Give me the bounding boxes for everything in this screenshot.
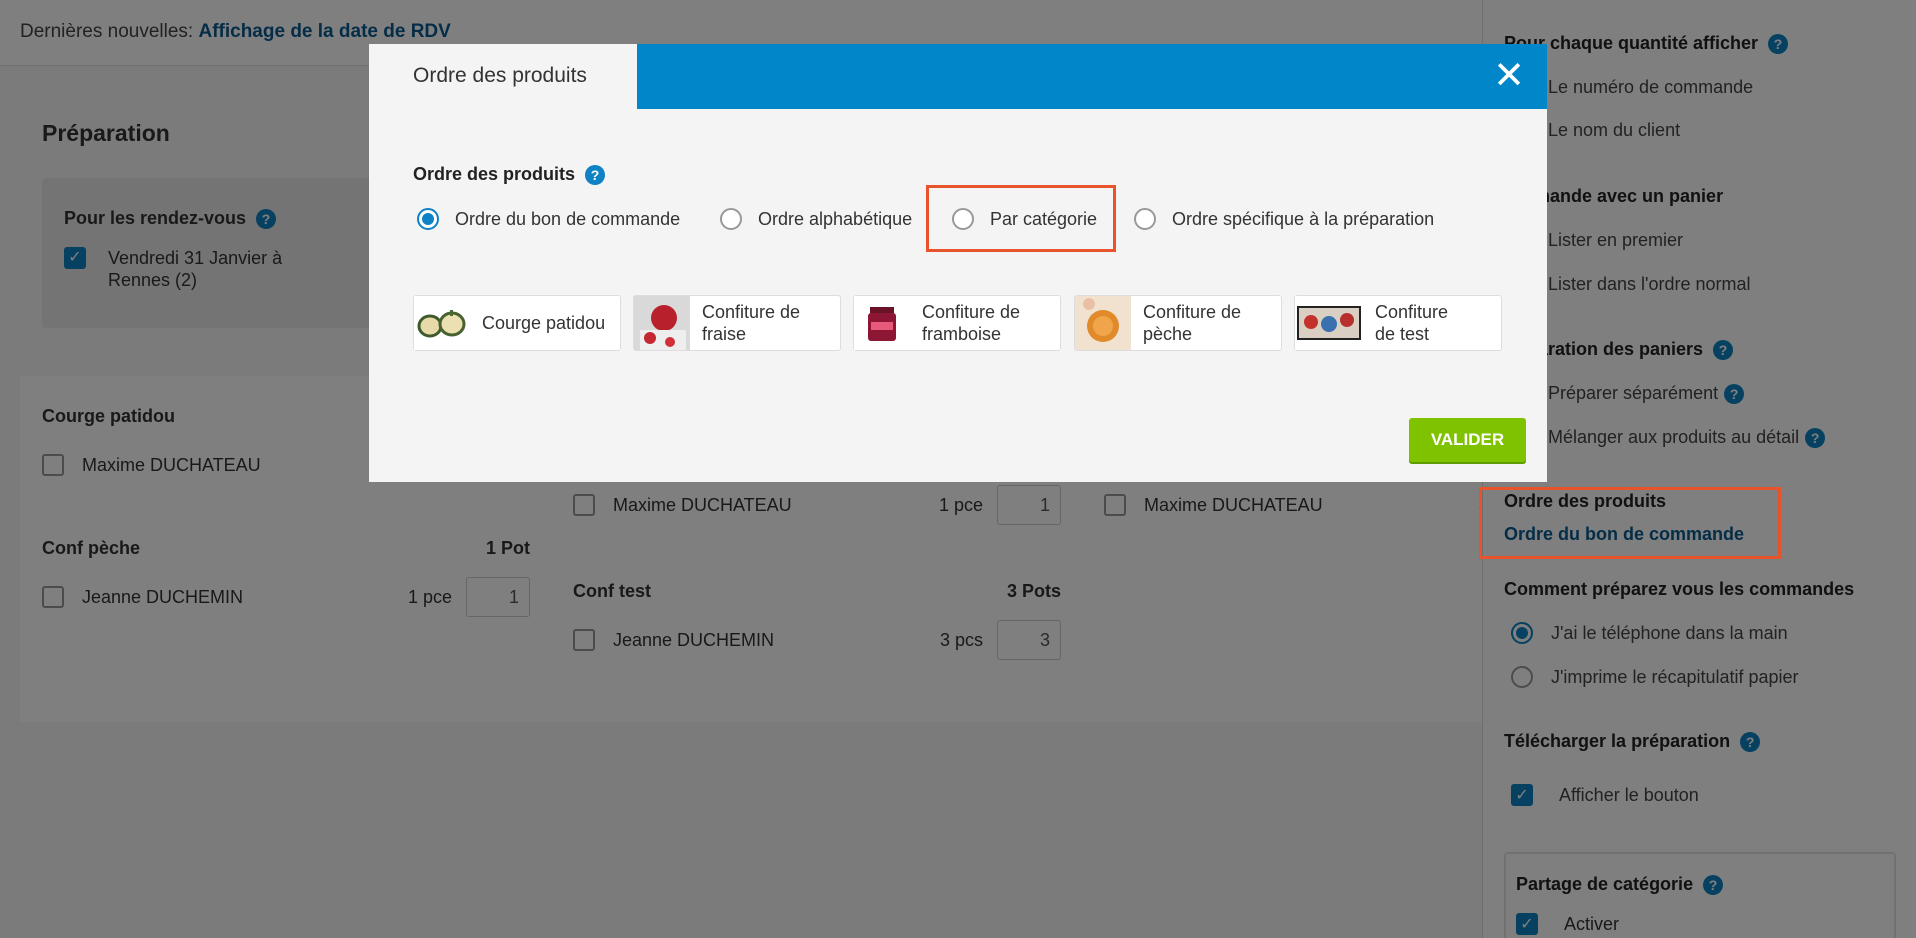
close-icon[interactable]: ✕: [1489, 56, 1529, 96]
product-order-modal: Ordre des produits ✕ Ordre des produits …: [369, 44, 1547, 482]
product-thumbnail: [634, 296, 690, 350]
modal-tab[interactable]: Ordre des produits: [369, 44, 637, 109]
order-option-purchase[interactable]: Ordre du bon de commande: [417, 206, 680, 232]
option-label: Ordre spécifique à la préparation: [1172, 208, 1435, 229]
field-label-text: Ordre des produits: [413, 164, 576, 184]
option-label: Ordre alphabétique: [758, 208, 913, 229]
product-tile[interactable]: Confiture de fraise: [633, 295, 841, 351]
product-thumbnail: [854, 296, 910, 350]
help-icon[interactable]: ?: [585, 164, 606, 185]
option-label: Ordre du bon de commande: [455, 208, 681, 229]
product-tile[interactable]: Confiture de test: [1294, 295, 1502, 351]
product-tile[interactable]: Courge patidou: [413, 295, 621, 351]
order-option-alphabetical[interactable]: Ordre alphabétique: [720, 206, 912, 232]
tile-label: Courge patidou: [482, 313, 606, 333]
tile-label: Confiture de framboise: [922, 302, 1021, 344]
product-thumbnail: [1295, 296, 1363, 350]
modal-header: Ordre des produits ✕: [369, 44, 1547, 109]
tile-label: Confiture de test: [1375, 302, 1449, 344]
product-thumbnail: [1075, 296, 1131, 350]
product-tile[interactable]: Confiture de pèche: [1074, 295, 1282, 351]
tile-label: Confiture de fraise: [702, 302, 801, 344]
product-tiles: Courge patidou Confiture de fraise Confi…: [413, 295, 1503, 351]
validate-button[interactable]: VALIDER: [1409, 418, 1526, 462]
radio-button[interactable]: [1134, 208, 1156, 230]
radio-button[interactable]: [720, 208, 742, 230]
tile-label: Confiture de pèche: [1143, 302, 1242, 344]
product-thumbnail: [414, 296, 470, 350]
radio-button[interactable]: [417, 208, 439, 230]
product-tile[interactable]: Confiture de framboise: [853, 295, 1061, 351]
modal-field-label: Ordre des produits ?: [413, 164, 606, 185]
order-option-specific[interactable]: Ordre spécifique à la préparation: [1134, 206, 1434, 232]
highlight-box: [926, 185, 1116, 252]
